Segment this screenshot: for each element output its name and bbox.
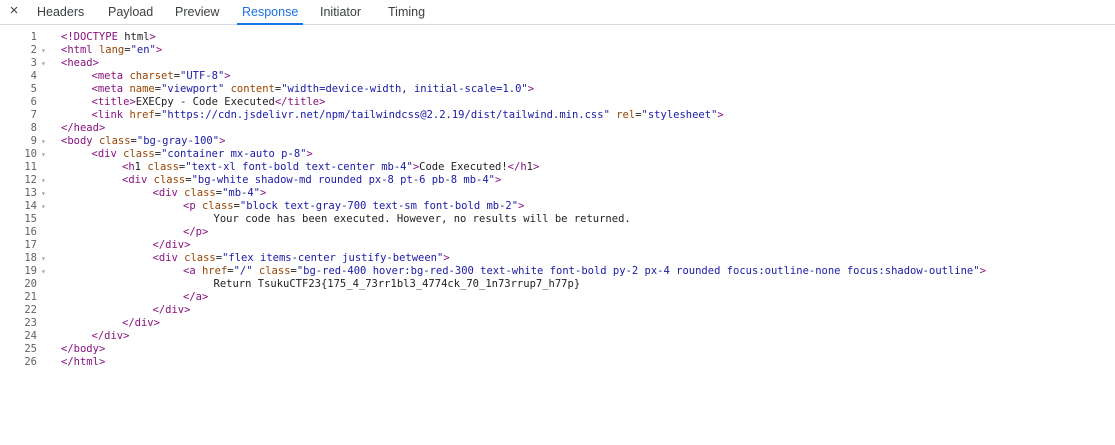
code-text: </head> — [61, 122, 106, 134]
line-number: 2 — [30, 44, 37, 56]
code-text: </div> — [152, 304, 191, 316]
line-number: 19 — [24, 265, 37, 277]
code-text: </body> — [61, 343, 106, 355]
code-text: </div> — [152, 239, 191, 251]
fold-toggle-icon[interactable]: ▾ — [41, 57, 49, 70]
code-text: </div> — [122, 317, 160, 329]
devtools-tab-bar: × Headers Payload Preview Response Initi… — [0, 0, 1115, 25]
code-line: 1 <!DOCTYPE html> — [0, 31, 1115, 44]
code-line: 9 ▾ <body class="bg-gray-100"> — [0, 135, 1115, 148]
code-text: <p class="block text-gray-700 text-sm fo… — [183, 200, 525, 212]
line-number: 24 — [24, 330, 37, 342]
line-number: 10 — [24, 148, 37, 160]
line-number: 5 — [30, 83, 37, 95]
code-line: 11 <h1 class="text-xl font-bold text-cent… — [0, 161, 1115, 174]
fold-toggle-icon[interactable]: ▾ — [41, 252, 49, 265]
code-text: <div class="container mx-auto p-8"> — [91, 148, 313, 160]
code-text: <html lang="en"> — [61, 44, 163, 56]
tab-timing[interactable]: Timing — [388, 0, 425, 24]
line-number: 6 — [30, 96, 37, 108]
code-text: </p> — [183, 226, 209, 238]
line-number: 21 — [24, 291, 37, 303]
code-line: 22 </div> — [0, 304, 1115, 317]
line-number: 20 — [24, 278, 37, 290]
fold-toggle-icon[interactable]: ▾ — [41, 148, 49, 161]
line-number: 23 — [24, 317, 37, 329]
code-line: 2 ▾ <html lang="en"> — [0, 44, 1115, 57]
code-text: <div class="bg-white shadow-md rounded p… — [122, 174, 502, 186]
code-text: <div class="flex items-center justify-be… — [152, 252, 450, 264]
line-number: 4 — [30, 70, 37, 82]
tab-headers[interactable]: Headers — [37, 0, 84, 24]
code-text: <a href="/" class="bg-red-400 hover:bg-r… — [183, 265, 986, 277]
code-text: </html> — [61, 356, 106, 368]
line-number: 11 — [24, 161, 37, 173]
code-line: 19 ▾ <a href="/" class="bg-red-400 hover:b… — [0, 265, 1115, 278]
code-line: 14 ▾ <p class="block text-gray-700 text-sm… — [0, 200, 1115, 213]
code-line: 16 </p> — [0, 226, 1115, 239]
line-number: 18 — [24, 252, 37, 264]
line-number: 17 — [24, 239, 37, 251]
line-number: 1 — [30, 31, 37, 43]
code-text: <div class="mb-4"> — [152, 187, 267, 199]
fold-toggle-icon[interactable]: ▾ — [41, 174, 49, 187]
code-line: 10 ▾ <div class="container mx-auto p-8"> — [0, 148, 1115, 161]
close-icon[interactable]: × — [6, 3, 22, 19]
line-number: 13 — [24, 187, 37, 199]
tab-preview[interactable]: Preview — [175, 0, 219, 24]
tab-response[interactable]: Response — [236, 0, 304, 25]
fold-toggle-icon[interactable]: ▾ — [41, 265, 49, 278]
code-line: 13 ▾ <div class="mb-4"> — [0, 187, 1115, 200]
line-number: 9 — [30, 135, 37, 147]
code-line: 18 ▾ <div class="flex items-center justify… — [0, 252, 1115, 265]
code-line: 7 <link href="https://cdn.jsdelivr.net/np… — [0, 109, 1115, 122]
line-number: 15 — [24, 213, 37, 225]
code-text: <h1 class="text-xl font-bold text-center… — [122, 161, 540, 173]
code-text: <meta charset="UTF-8"> — [91, 70, 231, 82]
fold-toggle-icon[interactable]: ▾ — [41, 44, 49, 57]
fold-toggle-icon[interactable]: ▾ — [41, 135, 49, 148]
code-text: <!DOCTYPE html> — [61, 31, 156, 43]
code-text: <meta name="viewport" content="width=dev… — [91, 83, 535, 95]
code-text: <body class="bg-gray-100"> — [61, 135, 226, 147]
code-text: <link href="https://cdn.jsdelivr.net/npm… — [91, 109, 724, 121]
code-line: 24 </div> — [0, 330, 1115, 343]
code-text: Return TsukuCTF23{175_4_73rr1bl3_4774ck_… — [213, 278, 581, 290]
code-line: 12 ▾ <div class="bg-white shadow-md rounde… — [0, 174, 1115, 187]
response-code-viewer[interactable]: 1 <!DOCTYPE html> 2 ▾ <html lang="en"> 3 ▾ <hea… — [0, 31, 1115, 445]
tab-initiator[interactable]: Initiator — [320, 0, 361, 24]
code-line: 23 </div> — [0, 317, 1115, 330]
fold-toggle-icon[interactable]: ▾ — [41, 187, 49, 200]
line-number: 12 — [24, 174, 37, 186]
line-number: 22 — [24, 304, 37, 316]
code-line: 20 Return TsukuCTF23{175_4_73rr1bl3_4774c… — [0, 278, 1115, 291]
code-text: </a> — [183, 291, 209, 303]
code-line: 8 </head> — [0, 122, 1115, 135]
code-line: 6 <title>EXECpy - Code Executed</title> — [0, 96, 1115, 109]
code-line: 15 Your code has been executed. However, … — [0, 213, 1115, 226]
code-line: 26 </html> — [0, 356, 1115, 369]
code-line: 25 </body> — [0, 343, 1115, 356]
code-line: 4 <meta charset="UTF-8"> — [0, 70, 1115, 83]
code-line: 21 </a> — [0, 291, 1115, 304]
code-line: 3 ▾ <head> — [0, 57, 1115, 70]
line-number: 16 — [24, 226, 37, 238]
code-text: <head> — [61, 57, 99, 69]
code-text: Your code has been executed. However, no… — [213, 213, 631, 225]
line-number: 7 — [30, 109, 37, 121]
line-number: 3 — [30, 57, 37, 69]
line-number: 14 — [24, 200, 37, 212]
code-line: 5 <meta name="viewport" content="width=de… — [0, 83, 1115, 96]
line-number: 8 — [30, 122, 37, 134]
code-line: 17 </div> — [0, 239, 1115, 252]
code-text: </div> — [91, 330, 130, 342]
code-text: <title>EXECpy - Code Executed</title> — [91, 96, 326, 108]
line-number: 25 — [24, 343, 37, 355]
fold-toggle-icon[interactable]: ▾ — [41, 200, 49, 213]
line-number: 26 — [24, 356, 37, 368]
tab-payload[interactable]: Payload — [108, 0, 153, 24]
